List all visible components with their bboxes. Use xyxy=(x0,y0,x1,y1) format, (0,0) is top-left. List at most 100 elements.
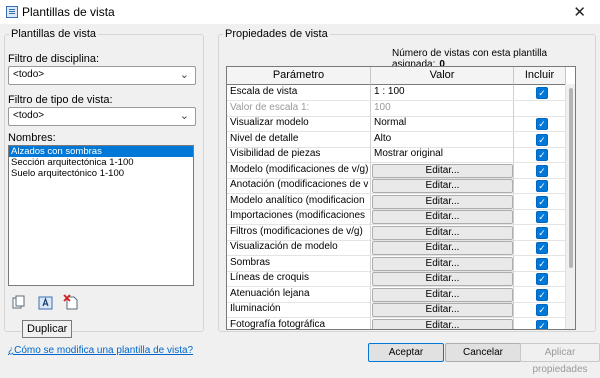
table-row[interactable]: Modelo (modificaciones de v/g) Editar... ✓ xyxy=(227,162,575,179)
include-checkbox[interactable]: ✓ xyxy=(536,211,548,223)
column-divider xyxy=(370,85,371,100)
parameter-value[interactable]: 1 : 100 xyxy=(374,86,405,97)
table-row[interactable]: Valor de escala 1: 100 xyxy=(227,100,575,117)
edit-button[interactable]: Editar... xyxy=(372,272,513,286)
column-divider xyxy=(370,286,371,302)
column-divider xyxy=(513,162,514,178)
include-checkbox[interactable]: ✓ xyxy=(536,288,548,301)
include-checkbox[interactable]: ✓ xyxy=(536,242,548,254)
names-label: Nombres: xyxy=(8,132,56,144)
parameter-name: Modelo analítico (modificacion xyxy=(230,194,365,206)
include-checkbox[interactable]: ✓ xyxy=(536,180,548,192)
edit-button[interactable]: Editar... xyxy=(372,210,513,224)
include-checkbox[interactable]: ✓ xyxy=(536,87,548,99)
table-row[interactable]: Visibilidad de piezas Mostrar original ✓ xyxy=(227,147,575,163)
view-type-filter-value: <todo> xyxy=(13,110,45,121)
include-checkbox[interactable]: ✓ xyxy=(536,319,548,329)
column-divider xyxy=(513,255,514,271)
edit-button[interactable]: Editar... xyxy=(372,287,513,302)
edit-button[interactable]: Editar... xyxy=(372,303,513,317)
parameter-name: Atenuación lejana xyxy=(230,287,310,299)
table-row[interactable]: Fotografía fotográfica Editar... ✓ xyxy=(227,317,575,329)
include-checkbox[interactable]: ✓ xyxy=(536,195,548,208)
duplicate-icon[interactable] xyxy=(10,294,28,312)
table-row[interactable]: Líneas de croquis Editar... ✓ xyxy=(227,271,575,287)
app-icon xyxy=(6,6,18,18)
column-header-include[interactable]: Incluir xyxy=(514,67,566,85)
include-checkbox[interactable]: ✓ xyxy=(536,304,548,316)
table-row[interactable]: Modelo analítico (modificacion Editar... ✓ xyxy=(227,193,575,210)
column-header-value[interactable]: Valor xyxy=(371,67,514,85)
parameter-value[interactable]: Normal xyxy=(374,117,406,128)
edit-button[interactable]: Editar... xyxy=(372,318,513,329)
accept-button[interactable]: Aceptar xyxy=(368,343,444,362)
column-header-parameter[interactable]: Parámetro xyxy=(227,67,371,85)
column-divider xyxy=(370,178,371,193)
discipline-filter-label: Filtro de disciplina: xyxy=(8,53,100,65)
vertical-scrollbar[interactable] xyxy=(565,84,575,329)
include-checkbox[interactable]: ✓ xyxy=(536,133,548,146)
parameter-name: Líneas de croquis xyxy=(230,272,309,283)
column-divider xyxy=(513,193,514,209)
table-row[interactable]: Visualización de modelo Editar... ✓ xyxy=(227,240,575,256)
parameter-value[interactable]: Mostrar original xyxy=(374,148,443,159)
template-names-list[interactable]: Alzados con sombras Sección arquitectóni… xyxy=(8,145,194,286)
parameter-name: Anotación (modificaciones de v/ xyxy=(230,179,368,190)
table-row[interactable]: Anotación (modificaciones de v/Editar...… xyxy=(227,178,575,194)
chevron-down-icon: ⌄ xyxy=(179,110,189,122)
table-row[interactable]: Importaciones (modificaciones Editar... ✓ xyxy=(227,209,575,225)
column-divider xyxy=(370,224,371,240)
table-row[interactable]: Filtros (modificaciones de v/g) Editar...… xyxy=(227,224,575,241)
rename-icon[interactable] xyxy=(37,294,55,312)
delete-icon[interactable] xyxy=(63,294,81,312)
chevron-down-icon: ⌄ xyxy=(179,69,189,81)
edit-button[interactable]: Editar... xyxy=(372,256,513,271)
column-divider xyxy=(513,178,514,193)
help-link[interactable]: ¿Cómo se modifica una plantilla de vista… xyxy=(8,345,193,356)
list-item[interactable]: Sección arquitectónica 1-100 xyxy=(9,157,193,168)
parameter-name: Visibilidad de piezas xyxy=(230,148,321,159)
include-checkbox[interactable]: ✓ xyxy=(536,118,548,130)
view-templates-group-label: Plantillas de vista xyxy=(9,28,98,40)
include-checkbox[interactable]: ✓ xyxy=(536,257,548,270)
column-divider xyxy=(370,302,371,317)
edit-button[interactable]: Editar... xyxy=(372,179,513,193)
table-row[interactable]: Sombras Editar... ✓ xyxy=(227,255,575,272)
edit-button[interactable]: Editar... xyxy=(372,241,513,255)
apply-properties-button[interactable]: Aplicar propiedades xyxy=(520,343,600,375)
close-icon[interactable]: ✕ xyxy=(573,3,586,21)
edit-button[interactable]: Editar... xyxy=(372,194,513,209)
table-row[interactable]: Iluminación Editar... ✓ xyxy=(227,302,575,318)
column-divider xyxy=(513,116,514,131)
parameter-name: Modelo (modificaciones de v/g) xyxy=(230,163,368,175)
parameter-name: Escala de vista xyxy=(230,86,298,97)
include-checkbox[interactable]: ✓ xyxy=(536,149,548,161)
table-row[interactable]: Visualizar modelo Normal ✓ xyxy=(227,116,575,132)
duplicate-tooltip: Duplicar xyxy=(22,320,73,338)
column-divider xyxy=(513,271,514,286)
discipline-filter-select[interactable]: <todo> ⌄ xyxy=(8,66,196,85)
column-divider xyxy=(513,240,514,255)
include-checkbox[interactable]: ✓ xyxy=(536,273,548,285)
cancel-button[interactable]: Cancelar xyxy=(445,343,521,362)
view-type-filter-select[interactable]: <todo> ⌄ xyxy=(8,107,196,126)
table-row[interactable]: Atenuación lejana Editar... ✓ xyxy=(227,286,575,303)
properties-table: Parámetro Valor Incluir Escala de vista 1… xyxy=(226,66,576,330)
window-title: Plantillas de vista xyxy=(22,5,115,19)
list-item[interactable]: Alzados con sombras xyxy=(9,146,193,157)
parameter-value[interactable]: Alto xyxy=(374,133,391,144)
edit-button[interactable]: Editar... xyxy=(372,225,513,240)
parameter-name: Visualizar modelo xyxy=(230,117,309,128)
column-divider xyxy=(370,147,371,162)
column-divider xyxy=(370,116,371,131)
list-item[interactable]: Suelo arquitectónico 1-100 xyxy=(9,168,193,179)
edit-button[interactable]: Editar... xyxy=(372,163,513,178)
parameter-name: Filtros (modificaciones de v/g) xyxy=(230,225,363,237)
table-row[interactable]: Nivel de detalle Alto ✓ xyxy=(227,131,575,148)
scrollbar-thumb[interactable] xyxy=(569,88,573,268)
table-row[interactable]: Escala de vista 1 : 100 ✓ xyxy=(227,85,575,101)
include-checkbox[interactable]: ✓ xyxy=(536,164,548,177)
include-checkbox[interactable]: ✓ xyxy=(536,226,548,239)
column-divider xyxy=(513,317,514,329)
parameter-name: Visualización de modelo xyxy=(230,241,338,252)
